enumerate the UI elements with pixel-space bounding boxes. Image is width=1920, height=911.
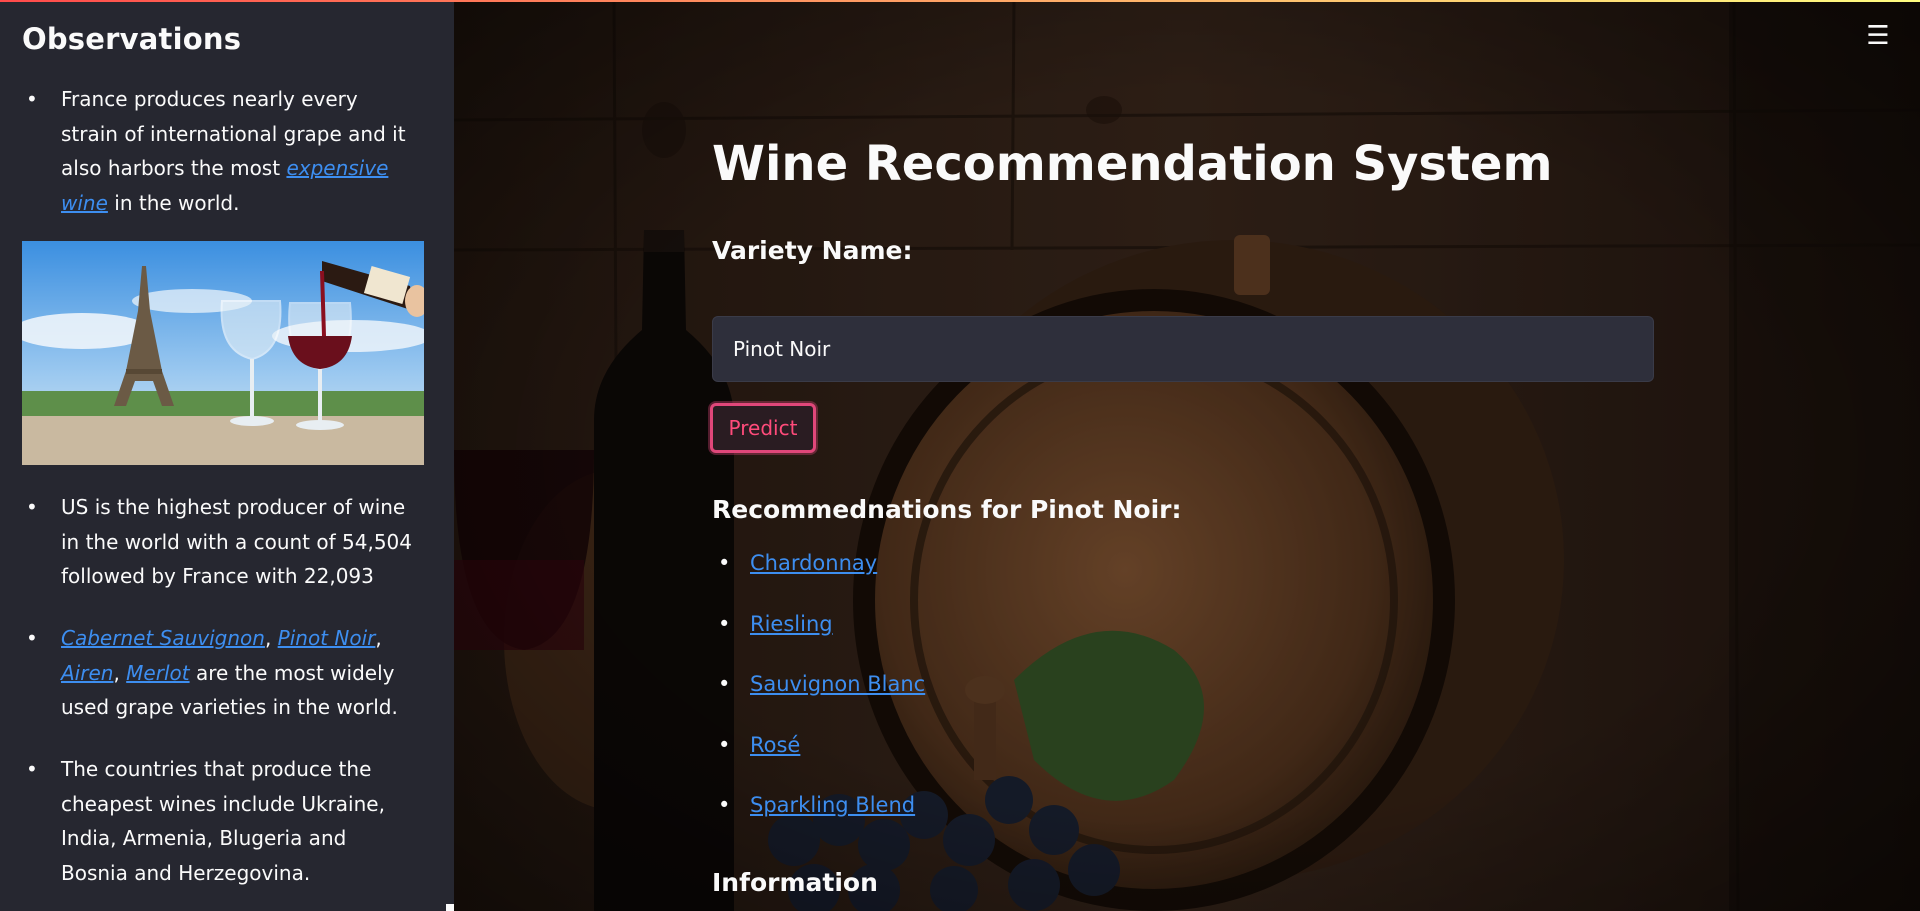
recommendation-link[interactable]: Rosé bbox=[750, 733, 800, 757]
observation-text-part: in the world. bbox=[107, 190, 240, 215]
page-title: Wine Recommendation System bbox=[712, 136, 1553, 192]
bullet: • bbox=[26, 87, 38, 111]
observation-text: Cabernet Sauvignon, Pinot Noir, Airen, M… bbox=[61, 621, 414, 725]
airen-link[interactable]: Airen bbox=[61, 661, 113, 685]
sidebar-resize-handle[interactable] bbox=[446, 904, 454, 911]
observation-text: France produces nearly every strain of i… bbox=[61, 82, 414, 220]
bullet: • bbox=[718, 551, 731, 575]
information-heading: Information bbox=[712, 868, 878, 897]
recommendation-link[interactable]: Chardonnay bbox=[750, 551, 877, 575]
observation-item: • France produces nearly every strain of… bbox=[22, 82, 414, 220]
separator: , bbox=[113, 660, 127, 685]
observation-item: • US is the highest producer of wine in … bbox=[22, 490, 414, 594]
observation-item: • Cabernet Sauvignon, Pinot Noir, Airen,… bbox=[22, 621, 414, 725]
bullet: • bbox=[718, 793, 731, 817]
bullet: • bbox=[718, 612, 731, 636]
observation-item: • The countries that produce the cheapes… bbox=[22, 752, 414, 890]
hamburger-menu-icon[interactable]: ☰ bbox=[1864, 22, 1892, 50]
merlot-link[interactable]: Merlot bbox=[126, 661, 189, 685]
recommendation-link[interactable]: Sparkling Blend bbox=[750, 793, 915, 817]
separator: , bbox=[375, 626, 382, 650]
cabernet-sauvignon-link[interactable]: Cabernet Sauvignon bbox=[61, 626, 265, 650]
bullet: • bbox=[718, 733, 731, 757]
pinot-noir-link[interactable]: Pinot Noir bbox=[278, 626, 376, 650]
separator: , bbox=[264, 626, 278, 650]
variety-name-label: Variety Name: bbox=[712, 236, 913, 265]
observation-text: The countries that produce the cheapest … bbox=[61, 757, 385, 885]
top-decoration-bar bbox=[0, 0, 1920, 2]
bullet: • bbox=[26, 495, 38, 519]
recommendation-link[interactable]: Riesling bbox=[750, 612, 833, 636]
paris-wine-image bbox=[22, 241, 424, 465]
bullet: • bbox=[718, 672, 731, 696]
observation-text: US is the highest producer of wine in th… bbox=[61, 495, 412, 588]
recommendation-link[interactable]: Sauvignon Blanc bbox=[750, 672, 925, 696]
variety-name-input[interactable] bbox=[712, 316, 1654, 382]
sidebar-title: Observations bbox=[22, 22, 242, 56]
paris-wine-illustration bbox=[22, 241, 424, 465]
recommendations-heading: Recommednations for Pinot Noir: bbox=[712, 495, 1182, 524]
bullet: • bbox=[26, 757, 38, 781]
bullet: • bbox=[26, 626, 38, 650]
main-content: ☰ Wine Recommendation System Variety Nam… bbox=[454, 0, 1920, 911]
sidebar: Observations • France produces nearly ev… bbox=[0, 0, 454, 911]
predict-button[interactable]: Predict bbox=[710, 403, 816, 453]
